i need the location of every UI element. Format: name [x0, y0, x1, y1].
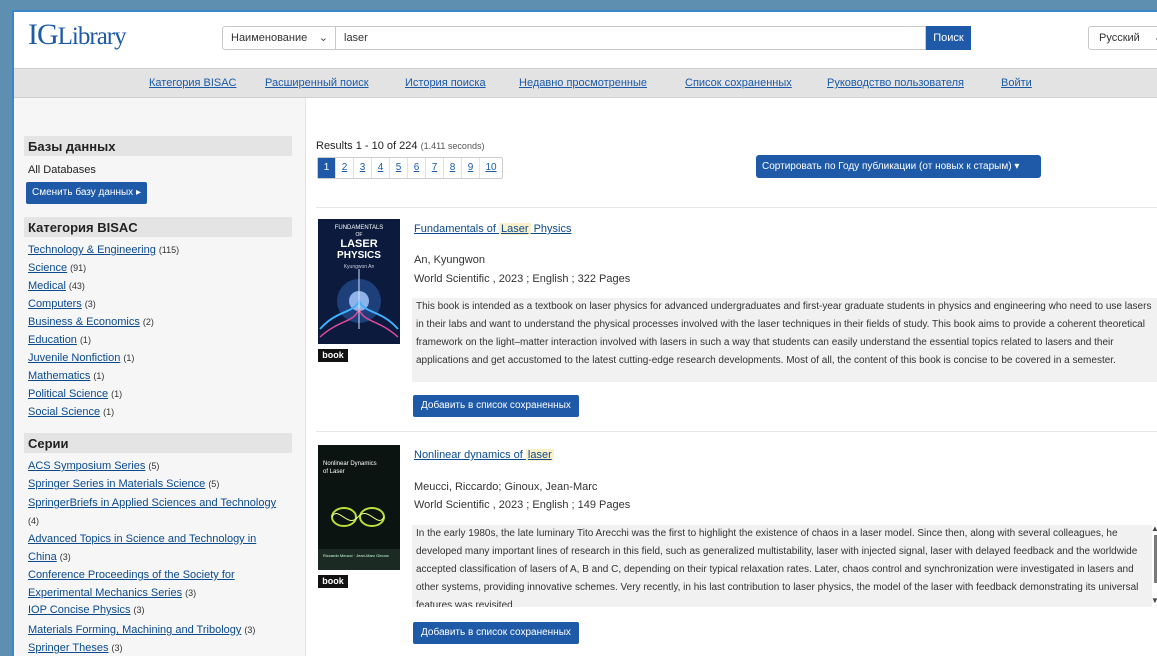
result-description: This book is intended as a textbook on l… [412, 298, 1157, 382]
search-button[interactable]: Поиск [926, 26, 971, 50]
series-facet[interactable]: Materials Forming, Machining and Tribolo… [28, 624, 255, 636]
result-author: Meucci, Riccardo; Ginoux, Jean-Marc [414, 481, 598, 493]
search-highlight: Laser [499, 223, 531, 235]
bisac-facet[interactable]: Juvenile Nonfiction (1) [28, 352, 134, 364]
cover-text: Riccardo Meucci · Jean-Marc Ginoux [323, 553, 389, 558]
bisac-facet[interactable]: Political Science (1) [28, 388, 122, 400]
page-link[interactable]: 5 [390, 158, 408, 178]
search-input[interactable] [335, 26, 926, 50]
series-facet[interactable]: ACS Symposium Series (5) [28, 460, 159, 472]
databases-heading: Базы данных [24, 136, 292, 156]
logo-ig: IG [28, 18, 59, 51]
chevron-down-icon: ⌄ [318, 32, 328, 44]
nav-recently-viewed[interactable]: Недавно просмотренные [519, 77, 647, 89]
iglibrary-logo[interactable]: IGLibrary [28, 18, 127, 52]
book-cover[interactable]: FUNDAMENTALS OF LASER PHYSICS Kyungwon A… [318, 219, 400, 344]
cover-text: of Laser [323, 469, 345, 475]
results-time: (1.411 seconds) [420, 141, 485, 151]
main-nav: Категория BISAC Расширенный поиск Истори… [14, 68, 1157, 98]
series-facet[interactable]: Advanced Topics in Science and Technolog… [28, 530, 278, 566]
browser-page: IGLibrary Наименование ⌄ Поиск Русский ⌄… [12, 10, 1157, 656]
series-facet[interactable]: SpringerBriefs in Applied Sciences and T… [28, 494, 300, 530]
divider [316, 431, 1157, 432]
change-database-button[interactable]: Сменить базу данных ▸ [26, 182, 147, 204]
series-facet[interactable]: Conference Proceedings of the Society fo… [28, 566, 258, 602]
series-facet[interactable]: Springer Series in Materials Science (5) [28, 478, 219, 490]
bisac-facet[interactable]: Computers (3) [28, 298, 96, 310]
book-cover[interactable]: Nonlinear Dynamics of Laser Riccardo Meu… [318, 445, 400, 570]
results-summary: Results 1 - 10 of 224 (1.411 seconds) [316, 140, 484, 152]
bisac-facet[interactable]: Social Science (1) [28, 406, 114, 418]
add-to-saved-button[interactable]: Добавить в список сохраненных [413, 395, 579, 417]
bisac-facet[interactable]: Medical (43) [28, 280, 85, 292]
scroll-down-icon[interactable]: ▼ [1151, 596, 1157, 605]
nav-search-history[interactable]: История поиска [405, 77, 486, 89]
nav-bisac-category[interactable]: Категория BISAC [149, 77, 237, 89]
language-select[interactable]: Русский ⌄ [1088, 26, 1157, 50]
page-link[interactable]: 4 [372, 158, 390, 178]
nav-login[interactable]: Войти [1001, 77, 1032, 89]
pagination: 1 2 3 4 5 6 7 8 9 10 [317, 157, 503, 179]
results-count: Results 1 - 10 of 224 [316, 140, 418, 152]
page-link[interactable]: 9 [462, 158, 480, 178]
series-facet[interactable]: Springer Theses (3) [28, 642, 123, 654]
page-link[interactable]: 10 [480, 158, 502, 178]
page-link[interactable]: 2 [336, 158, 354, 178]
result-title-link[interactable]: Nonlinear dynamics of laser [414, 449, 554, 461]
page-link[interactable]: 7 [426, 158, 444, 178]
book-type-tag: book [318, 575, 348, 588]
page-link[interactable]: 1 [318, 158, 336, 178]
search-highlight: laser [525, 449, 554, 461]
series-facet[interactable]: IOP Concise Physics (3) [28, 604, 145, 616]
bisac-facet[interactable]: Technology & Engineering (115) [28, 244, 179, 256]
page-link[interactable]: 8 [444, 158, 462, 178]
databases-value: All Databases [28, 164, 96, 176]
bisac-facet[interactable]: Mathematics (1) [28, 370, 104, 382]
nav-user-guide[interactable]: Руководство пользователя [827, 77, 964, 89]
bisac-facet[interactable]: Education (1) [28, 334, 91, 346]
nav-advanced-search[interactable]: Расширенный поиск [265, 77, 369, 89]
result-title-link[interactable]: Fundamentals of Laser Physics [414, 223, 572, 235]
result-author: An, Kyungwon [414, 254, 485, 266]
nav-saved-list[interactable]: Список сохраненных [685, 77, 792, 89]
page-link[interactable]: 3 [354, 158, 372, 178]
bisac-heading: Категория BISAC [24, 217, 292, 237]
cover-text: FUNDAMENTALS [334, 225, 384, 231]
cover-text: LASER [340, 238, 378, 250]
result-publication: World Scientific , 2023 ; English ; 322 … [414, 273, 631, 285]
top-bar: IGLibrary Наименование ⌄ Поиск Русский ⌄ [14, 12, 1157, 68]
bisac-facet[interactable]: Business & Economics (2) [28, 316, 154, 328]
bisac-facet[interactable]: Science (91) [28, 262, 86, 274]
logo-library: Library [57, 23, 127, 50]
sort-button[interactable]: Сортировать по Году публикации (от новых… [756, 155, 1041, 178]
cover-text: Nonlinear Dynamics [323, 461, 377, 467]
page-link[interactable]: 6 [408, 158, 426, 178]
result-publication: World Scientific , 2023 ; English ; 149 … [414, 499, 631, 511]
cover-text: PHYSICS [337, 250, 381, 261]
series-heading: Серии [24, 433, 292, 453]
cover-text: Kyungwon An [343, 264, 375, 270]
result-description: In the early 1980s, the late luminary Ti… [412, 525, 1152, 607]
search-type-select[interactable]: Наименование ⌄ [222, 26, 336, 50]
scroll-up-icon[interactable]: ▲ [1151, 524, 1157, 533]
add-to-saved-button[interactable]: Добавить в список сохраненных [413, 622, 579, 644]
search-type-value: Наименование [231, 32, 308, 44]
divider [316, 207, 1157, 208]
book-type-tag: book [318, 349, 348, 362]
language-value: Русский [1099, 32, 1140, 44]
